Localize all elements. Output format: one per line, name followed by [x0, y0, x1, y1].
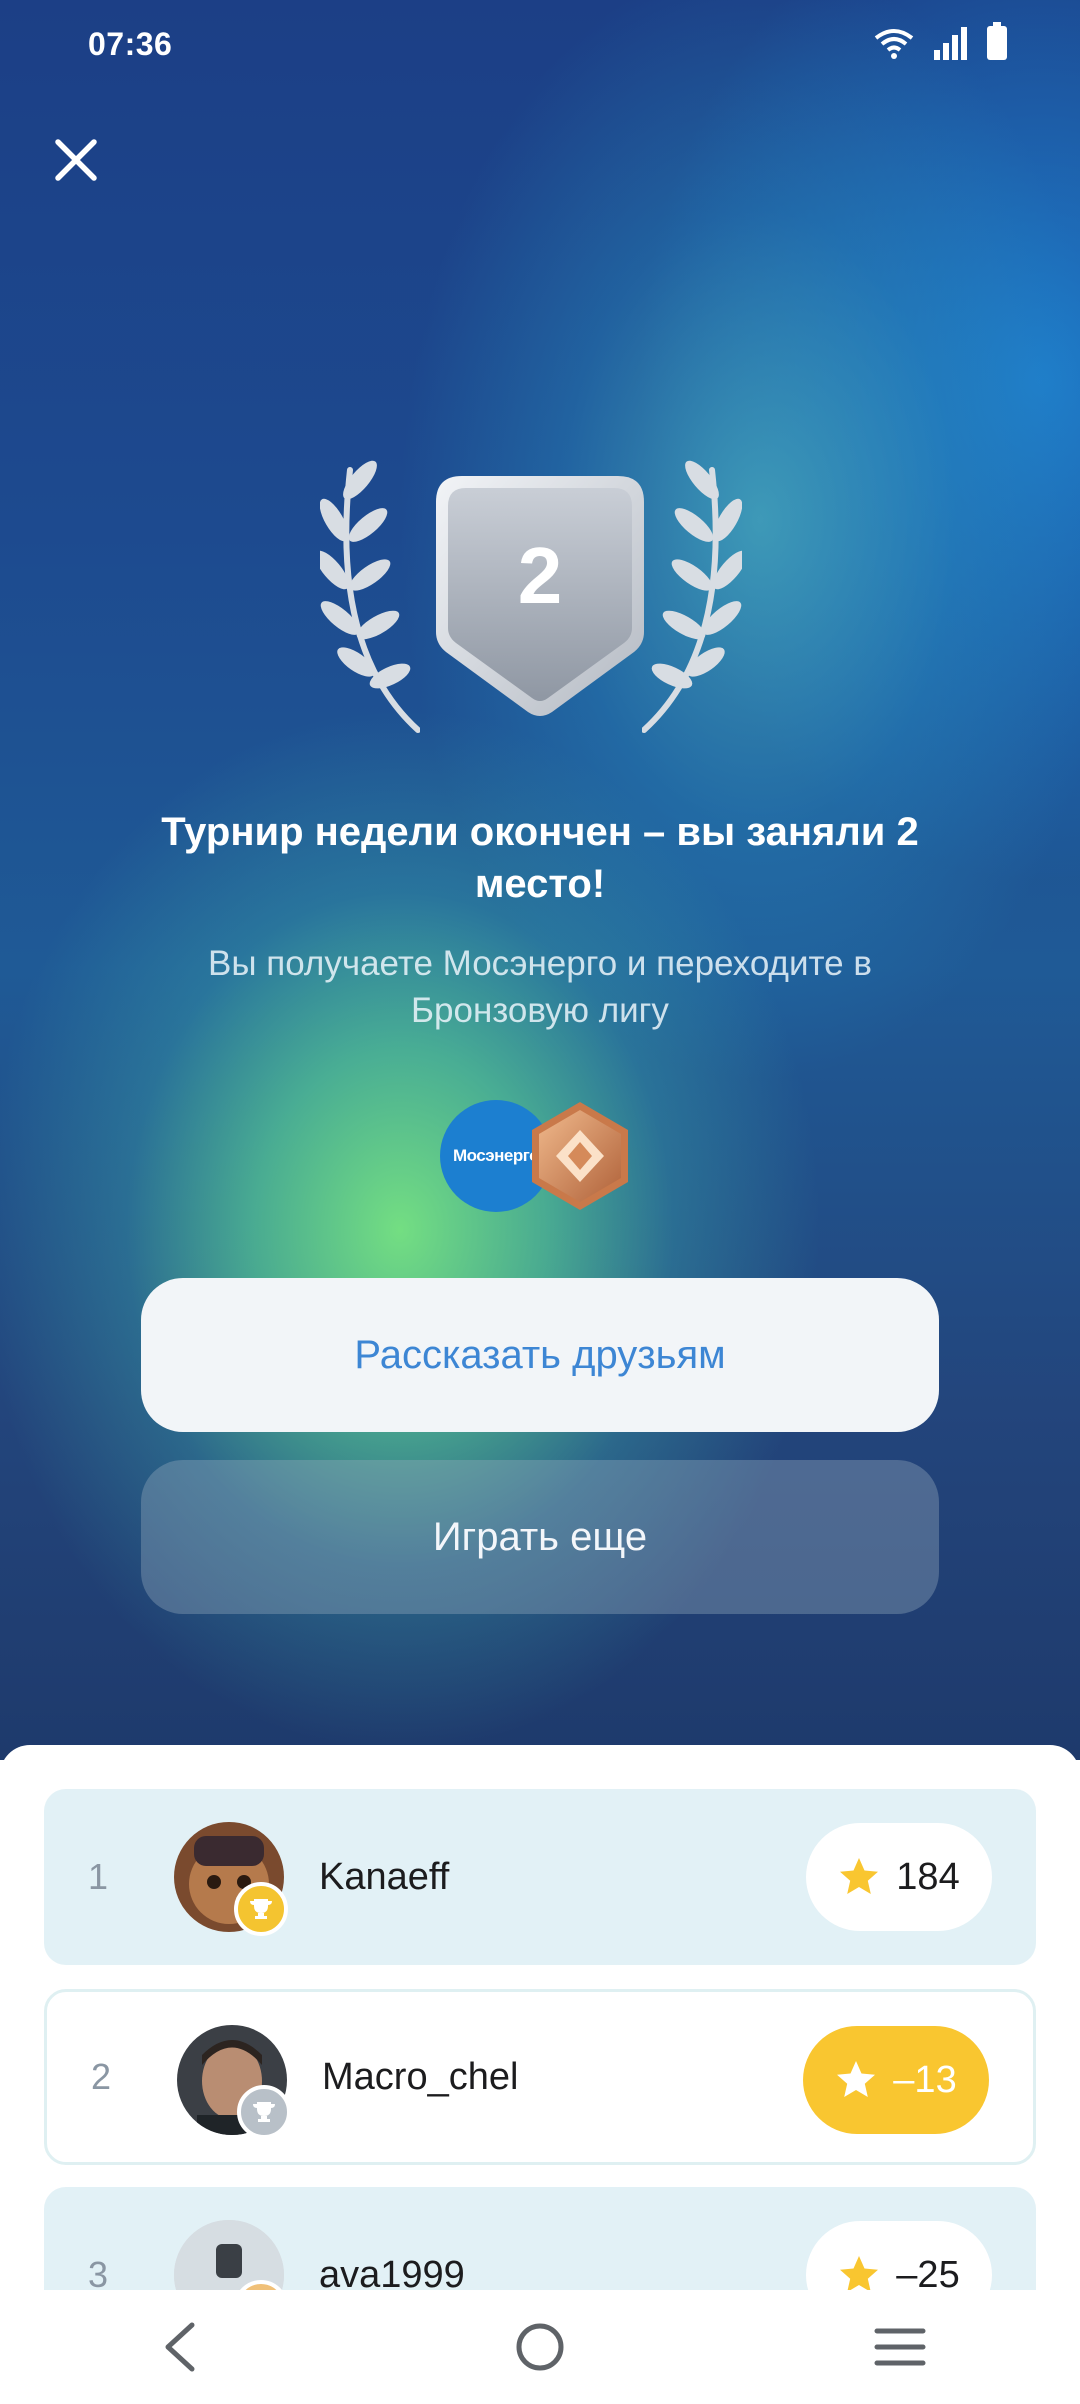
- row-score-value: 184: [896, 1855, 960, 1898]
- star-icon: [840, 1858, 879, 1894]
- share-button[interactable]: Рассказать друзьям: [141, 1278, 939, 1432]
- bronze-league-icon: [532, 1102, 628, 1210]
- row-username: Kanaeff: [319, 1855, 450, 1898]
- row-rank: 2: [91, 2056, 112, 2097]
- status-icons: [874, 22, 1008, 60]
- place-badge: 2: [320, 450, 760, 750]
- nav-home-button[interactable]: [480, 2307, 600, 2387]
- star-icon: [837, 2061, 876, 2097]
- row-score-value: –13: [893, 2058, 957, 2101]
- close-button[interactable]: [48, 132, 104, 188]
- battery-icon: [987, 22, 1007, 60]
- nav-back-button[interactable]: [120, 2307, 240, 2387]
- trophy-icon: [234, 1882, 288, 1936]
- result-title: Турнир недели окончен – вы заняли 2 мест…: [161, 810, 919, 906]
- system-nav-bar: [0, 2290, 1080, 2404]
- rewards: Мосэнерго: [440, 1100, 640, 1212]
- nav-menu-button[interactable]: [840, 2307, 960, 2387]
- result-subtitle: Вы получаете Мосэнерго и переходите в Бр…: [208, 944, 872, 1030]
- place-number: 2: [517, 531, 563, 620]
- close-icon: [55, 139, 97, 181]
- leaderboard[interactable]: 1 Kanaeff 184 2 Macro_chel –13 3 ava1999…: [0, 1745, 1080, 2345]
- row-rank: 1: [88, 1856, 109, 1897]
- trophy-icon: [237, 2085, 291, 2139]
- play-again-button[interactable]: Играть еще: [141, 1460, 939, 1614]
- leaderboard-row[interactable]: 2 Macro_chel –13: [44, 1989, 1036, 2165]
- laurel-left-icon: [320, 460, 420, 733]
- row-score: –13: [803, 2026, 989, 2134]
- laurel-right-icon: [642, 460, 742, 733]
- status-bar: 07:36: [0, 0, 1080, 90]
- row-username: Macro_chel: [322, 2055, 519, 2098]
- wifi-icon: [874, 29, 914, 59]
- status-time: 07:36: [88, 26, 173, 62]
- row-score: 184: [806, 1823, 992, 1931]
- mosenergo-logo-text: Мосэнерго: [452, 1146, 540, 1165]
- menu-icon: [874, 2328, 926, 2366]
- signal-icon: [934, 27, 967, 60]
- back-icon: [165, 2322, 195, 2372]
- home-icon: [516, 2323, 564, 2371]
- leaderboard-row[interactable]: 1 Kanaeff 184: [44, 1789, 1036, 1965]
